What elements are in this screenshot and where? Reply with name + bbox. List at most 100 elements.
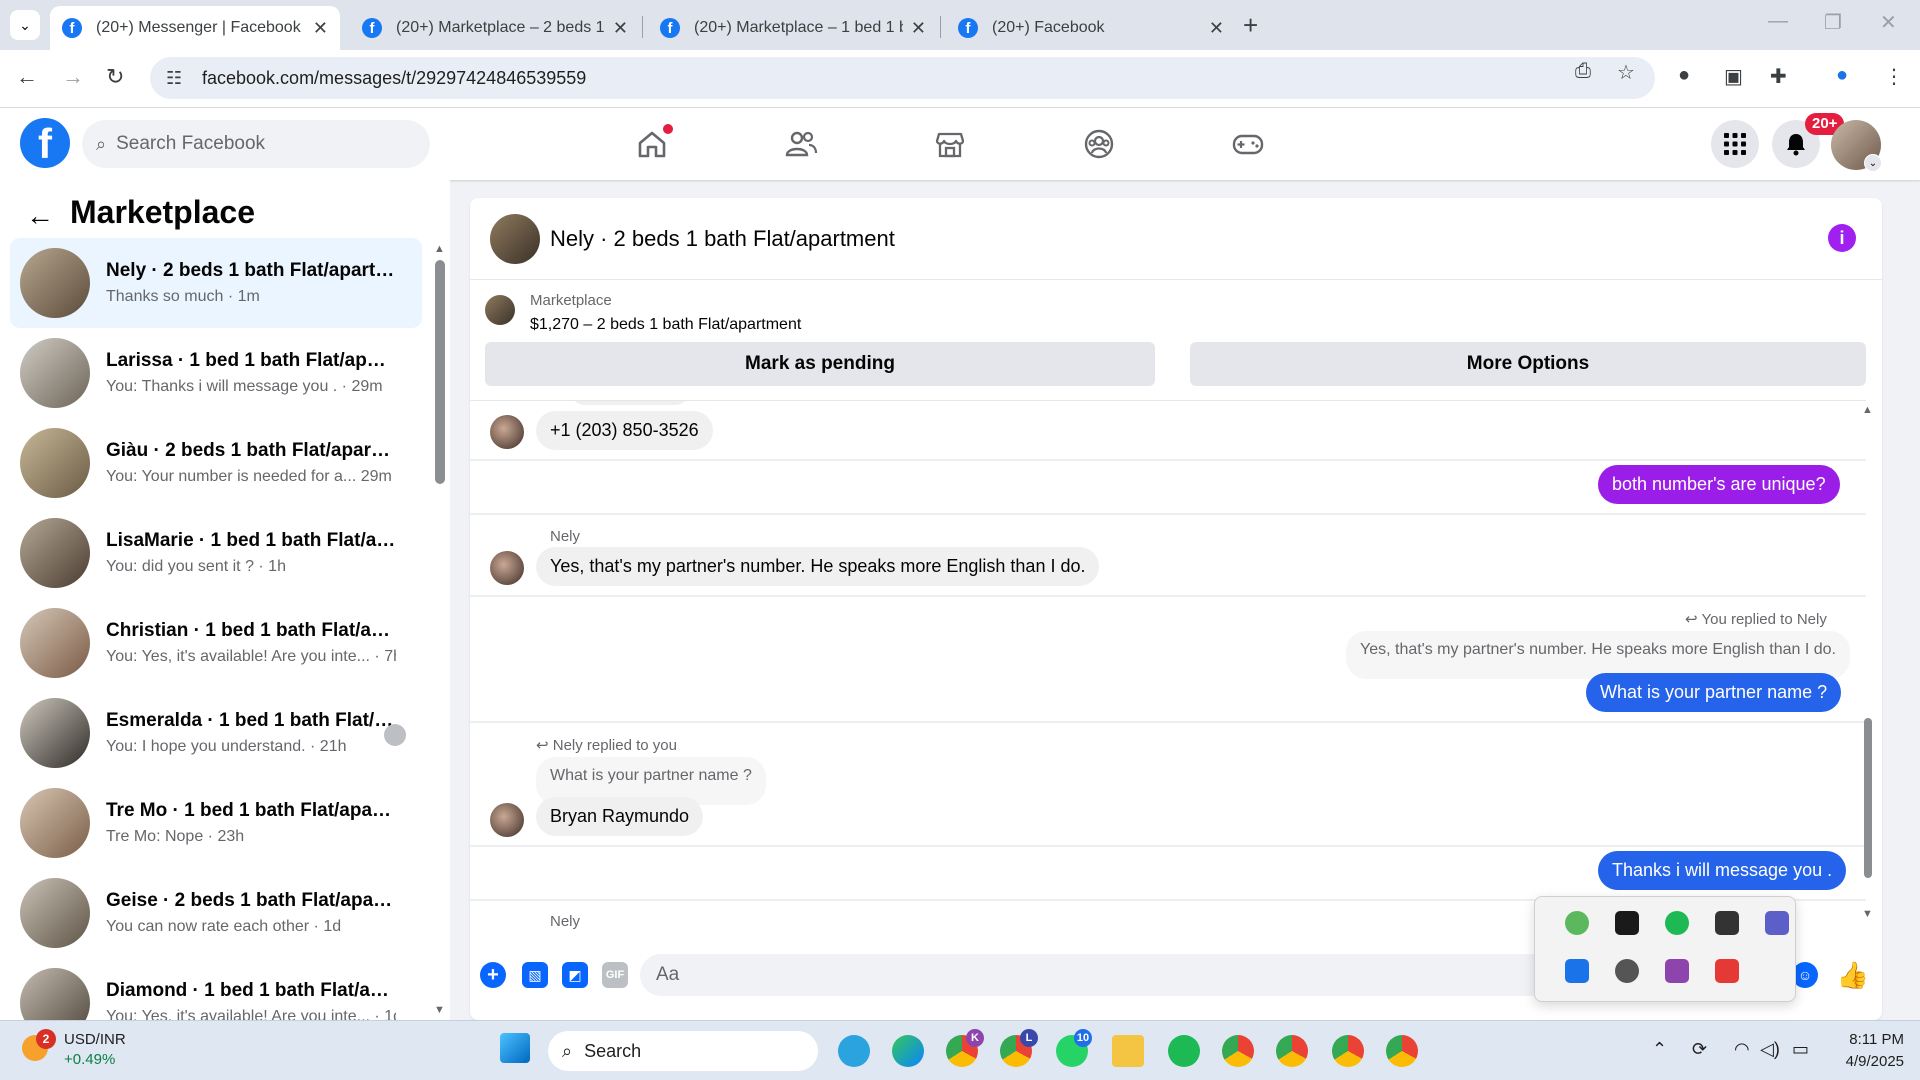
menu-grid-icon[interactable] (1711, 120, 1759, 168)
chrome-icon[interactable] (1222, 1035, 1254, 1067)
spotify-icon[interactable] (1168, 1035, 1200, 1067)
conversation-item[interactable]: Christian · 1 bed 1 bath Flat/apartment … (10, 598, 422, 688)
message-bubble-incoming[interactable]: Yes, that's my partner's number. He spea… (536, 547, 1100, 586)
close-window-icon[interactable]: ✕ (1880, 10, 1897, 35)
clock-date[interactable]: 4/9/2025 (1816, 1053, 1904, 1070)
info-icon[interactable]: i (1828, 224, 1856, 252)
message-bubble-incoming[interactable]: Bryan Raymundo (536, 797, 704, 836)
edge-icon[interactable] (892, 1035, 924, 1067)
scroll-down-arrow-icon[interactable]: ▼ (434, 1004, 445, 1016)
add-plus-icon[interactable]: + (480, 962, 506, 988)
browser-tab-marketplace-2beds[interactable]: f (20+) Marketplace – 2 beds 1 bath ✕ (350, 6, 640, 50)
address-bar[interactable]: ☷ facebook.com/messages/t/29297424846539… (150, 57, 1655, 99)
conversation-item[interactable]: Tre Mo · 1 bed 1 bath Flat/apartment Tre… (10, 778, 422, 868)
close-tab-icon[interactable]: ✕ (613, 18, 628, 39)
new-tab-icon[interactable]: + (1243, 10, 1258, 41)
scroll-down-arrow-icon[interactable]: ▼ (1862, 908, 1873, 920)
anydesk-icon[interactable] (1715, 959, 1739, 983)
search-input[interactable] (116, 133, 397, 155)
security-shield-icon[interactable] (1565, 911, 1589, 935)
profile-badge-l: L (1020, 1029, 1038, 1047)
forward-arrow-icon[interactable]: → (62, 64, 84, 90)
facebook-logo[interactable]: f (20, 118, 70, 168)
photo-icon[interactable]: ▧ (522, 962, 548, 988)
defender-warning-icon[interactable] (1565, 959, 1589, 983)
reload-icon[interactable]: ↻ (106, 64, 124, 90)
stock-name[interactable]: USD/INR (64, 1031, 126, 1048)
listing-thumbnail (20, 608, 90, 678)
message-bubble-outgoing[interactable]: Thanks i will message you . (1598, 851, 1847, 890)
marketplace-icon[interactable] (928, 122, 972, 166)
sidebar-title: Marketplace (70, 194, 255, 230)
conversation-item[interactable]: Esmeralda · 1 bed 1 bath Flat/apartment … (10, 688, 422, 778)
usb-drive-icon[interactable] (1715, 911, 1739, 935)
listing-avatar[interactable] (490, 214, 540, 264)
wifi-icon[interactable]: ◠ (1734, 1039, 1750, 1060)
browser-tab-messenger[interactable]: f (20+) Messenger | Facebook ✕ (50, 6, 340, 50)
more-options-button[interactable]: More Options (1190, 342, 1866, 386)
quoted-message[interactable]: Yes, that's my partner's number. He spea… (1346, 631, 1850, 679)
facebook-search[interactable]: ⌕ (82, 120, 430, 168)
close-tab-icon[interactable]: ✕ (1209, 18, 1224, 39)
conversation-item[interactable]: Giàu · 2 beds 1 bath Flat/apartment You:… (10, 418, 422, 508)
chat-scrollbar[interactable] (1864, 718, 1872, 878)
sync-icon[interactable]: ⟳ (1692, 1039, 1707, 1060)
back-arrow-icon[interactable]: ← (26, 200, 54, 232)
chevron-down-icon[interactable]: ⌄ (1864, 154, 1882, 172)
profile-icon[interactable]: ● (1836, 64, 1848, 87)
friends-icon[interactable] (779, 122, 823, 166)
like-thumb-icon[interactable]: 👍 (1837, 960, 1869, 990)
extensions-puzzle-icon[interactable]: ✚ (1770, 64, 1787, 89)
mark-as-pending-button[interactable]: Mark as pending (485, 342, 1155, 386)
chat-title[interactable]: Nely · 2 beds 1 bath Flat/apartment (550, 226, 895, 252)
onedrive-off-icon[interactable] (1615, 959, 1639, 983)
close-tab-icon[interactable]: ✕ (313, 18, 328, 39)
conversation-item[interactable]: Nely · 2 beds 1 bath Flat/apartment Than… (10, 238, 422, 328)
conversation-preview: You: Your number is needed for a... 29m (106, 468, 392, 485)
teams-icon[interactable] (1765, 911, 1789, 935)
bookmark-star-icon[interactable]: ☆ (1617, 60, 1635, 85)
cookie-extension-icon[interactable]: ● (1678, 64, 1690, 87)
clock-time[interactable]: 8:11 PM (1840, 1031, 1904, 1048)
conversation-item[interactable]: Larissa · 1 bed 1 bath Flat/apartment Yo… (10, 328, 422, 418)
nvidia-icon[interactable] (1615, 911, 1639, 935)
back-arrow-icon[interactable]: ← (16, 64, 38, 90)
chrome-icon[interactable] (1332, 1035, 1364, 1067)
browser-tab-marketplace-1bed[interactable]: f (20+) Marketplace – 1 bed 1 bath ✕ (648, 6, 938, 50)
sticker-icon[interactable]: ◩ (562, 962, 588, 988)
scroll-up-arrow-icon[interactable]: ▲ (1862, 404, 1873, 416)
windows-start-icon[interactable] (500, 1033, 530, 1063)
browser-menu-icon[interactable]: ⋮ (1884, 64, 1904, 89)
telegram-icon[interactable] (838, 1035, 870, 1067)
install-app-icon[interactable]: ⎙ (1575, 60, 1591, 83)
file-explorer-icon[interactable] (1112, 1035, 1144, 1067)
spotify-icon[interactable] (1665, 911, 1689, 935)
tab-search-dropdown[interactable]: ⌄ (10, 10, 40, 40)
pen-icon[interactable] (1665, 959, 1689, 983)
message-bubble-outgoing[interactable]: both number's are unique? (1598, 465, 1840, 504)
message-bubble-outgoing[interactable]: What is your partner name ? (1586, 673, 1842, 712)
you-replied-label: ↩ You replied to Nely (1685, 611, 1827, 628)
battery-icon[interactable]: ▭ (1792, 1039, 1809, 1060)
close-tab-icon[interactable]: ✕ (911, 18, 926, 39)
sidebar-scrollbar[interactable] (435, 260, 445, 484)
robot-extension-icon[interactable]: ▣ (1724, 64, 1743, 89)
gif-icon[interactable]: GIF (602, 962, 628, 988)
listing-price[interactable]: $1,270 – 2 beds 1 bath Flat/apartment (530, 316, 801, 334)
gaming-icon[interactable] (1226, 122, 1270, 166)
taskbar-search[interactable]: ⌕ Search (548, 1031, 818, 1071)
browser-tab-facebook[interactable]: f (20+) Facebook ✕ (946, 6, 1236, 50)
conversation-item[interactable]: LisaMarie · 1 bed 1 bath Flat/apartment … (10, 508, 422, 598)
message-bubble-phone[interactable]: +1 (203) 850-3526 (536, 411, 713, 450)
restore-window-icon[interactable]: ❐ (1824, 10, 1842, 35)
chrome-icon[interactable] (1386, 1035, 1418, 1067)
scroll-up-arrow-icon[interactable]: ▲ (434, 243, 445, 255)
site-info-icon[interactable]: ☷ (166, 68, 190, 89)
groups-icon[interactable] (1077, 122, 1121, 166)
chrome-icon[interactable] (1276, 1035, 1308, 1067)
conversation-item[interactable]: Geise · 2 beds 1 bath Flat/apartment You… (10, 868, 422, 958)
volume-icon[interactable]: ◁) (1760, 1039, 1780, 1060)
conversation-item[interactable]: Diamond · 1 bed 1 bath Flat/apartment Yo… (10, 958, 422, 1020)
tray-overflow-chevron-icon[interactable]: ⌃ (1652, 1039, 1667, 1060)
minimize-window-icon[interactable]: — (1768, 10, 1788, 33)
